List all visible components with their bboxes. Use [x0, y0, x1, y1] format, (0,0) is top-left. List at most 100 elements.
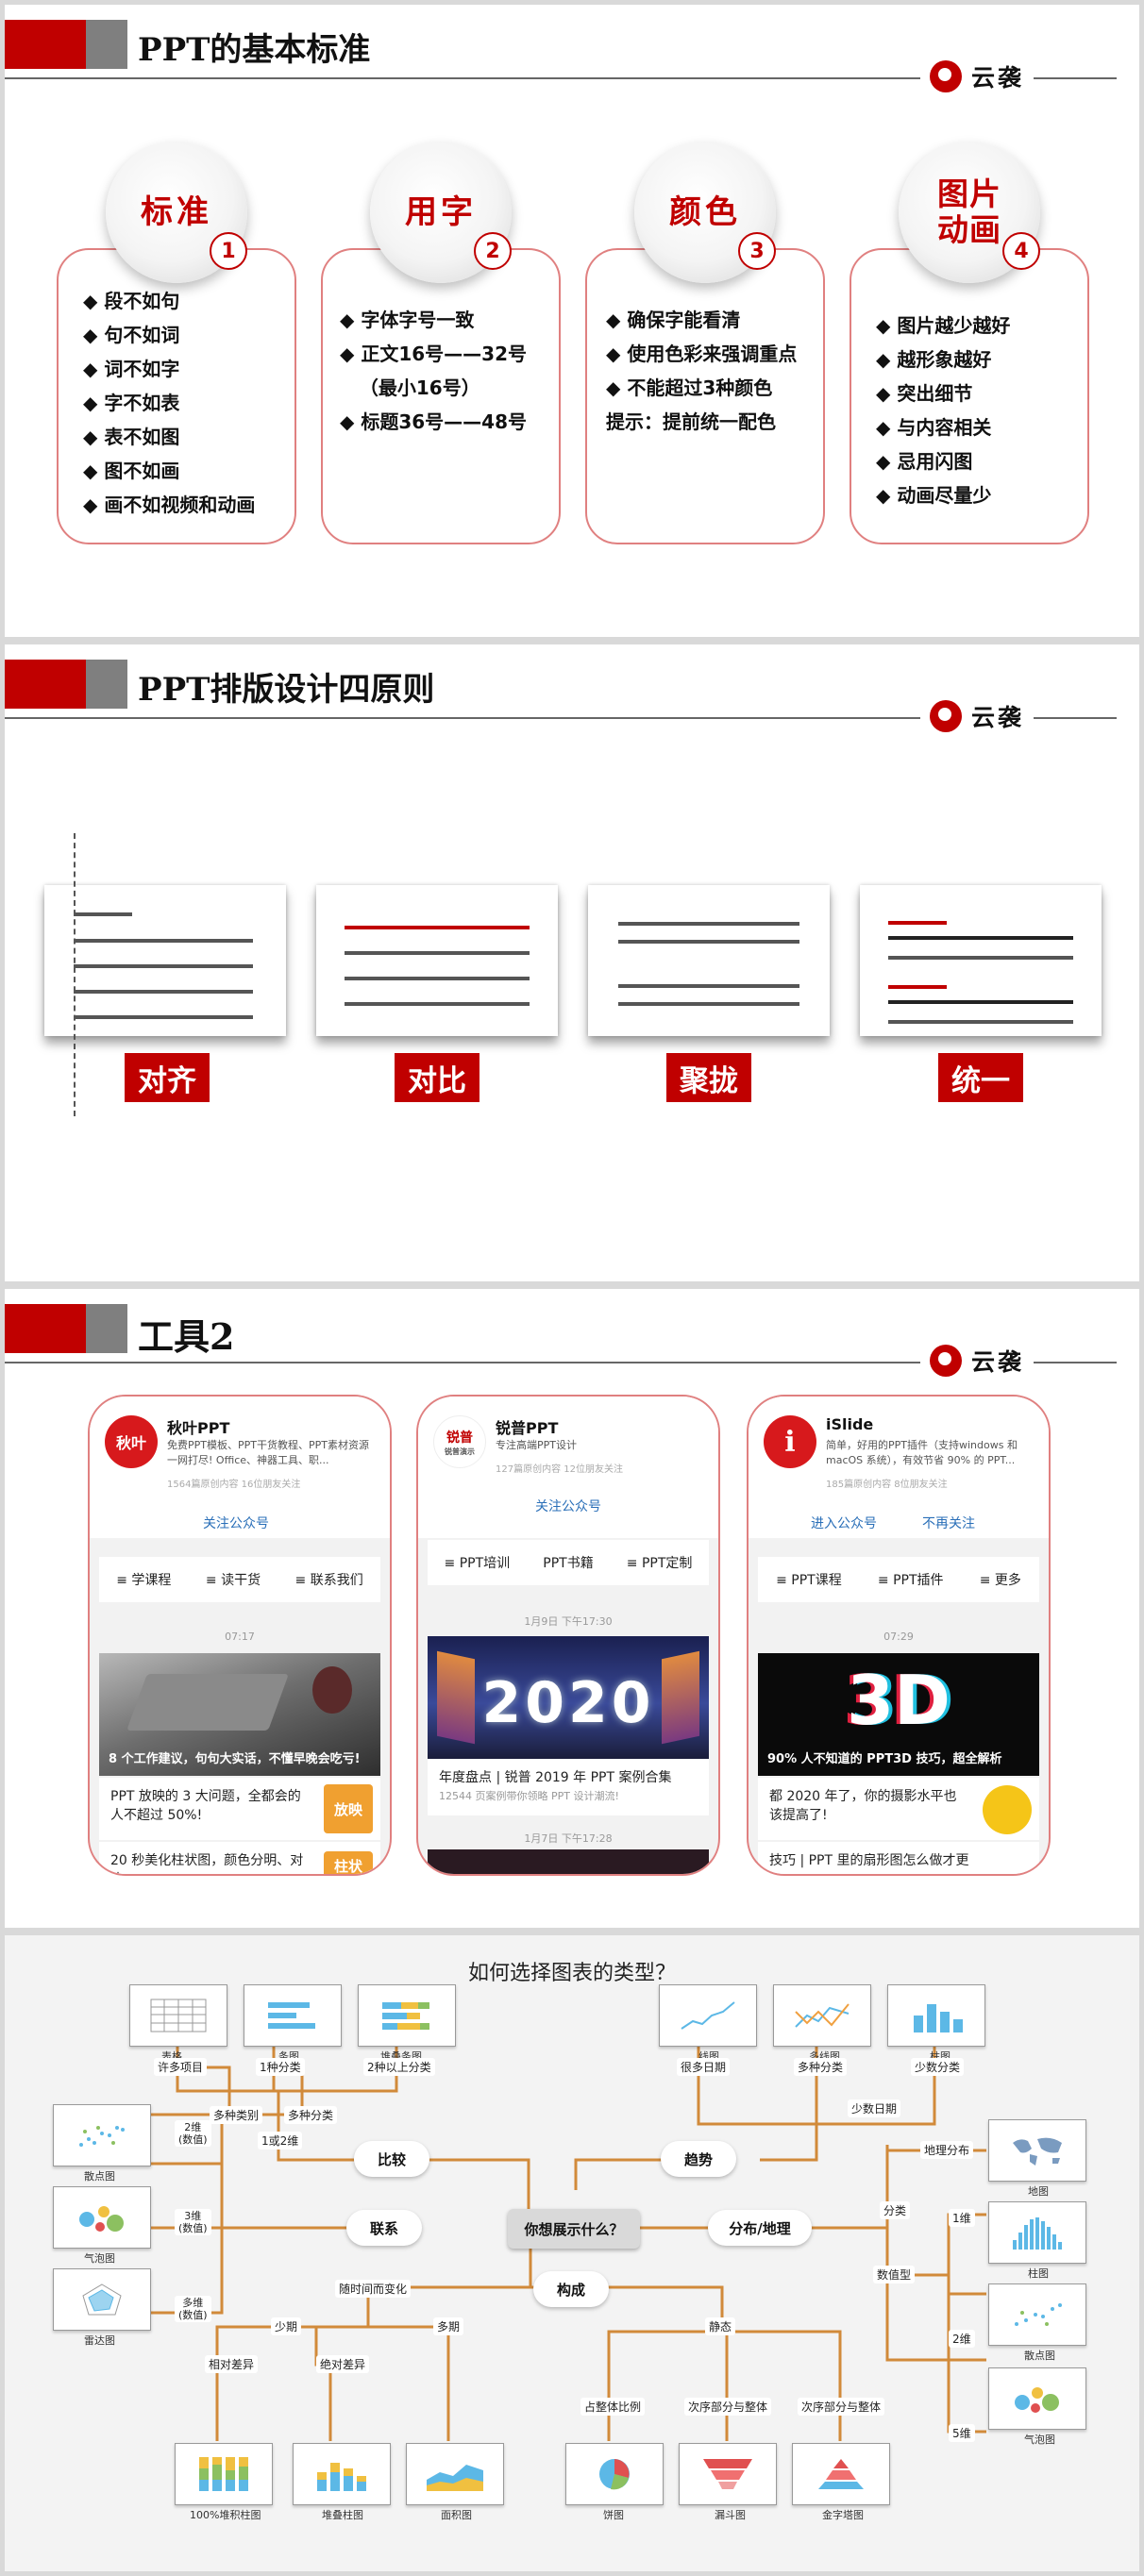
header-red-block: [5, 1304, 86, 1353]
slide-title: 工具2: [138, 1315, 235, 1358]
timestamp: 1月7日 下午17:28: [524, 1832, 613, 1845]
article-cover[interactable]: 3D 90% 人不知道的 PPT3D 技巧，超全解析: [758, 1653, 1039, 1776]
follow-button[interactable]: 关注公众号: [535, 1497, 601, 1515]
list-item: ◆ 段不如句: [83, 290, 180, 312]
cover-caption: 8 个工作建议，句句大实话，不懂早晚会吃亏!: [109, 1752, 361, 1766]
node-column-right: [988, 2201, 1086, 2264]
branch-tag: 许多项目: [154, 2058, 208, 2076]
slide-chart-selection: 如何选择图表的类型？ 表格 条图 堆叠条图 线图 多线图 柱图 散点图 气泡图 …: [5, 1935, 1139, 2571]
branch-tag: 1种分类: [256, 2058, 305, 2076]
account-menu: ≡ PPT课程 ≡ PPT插件 ≡ 更多: [758, 1557, 1039, 1602]
account-header: i iSlide 简单，好用的PPT插件（支持windows 和 macOS 系…: [749, 1397, 1049, 1538]
card-label: 用字: [405, 193, 477, 231]
branch-tag: 1或2维: [258, 2132, 303, 2149]
branch-tag: 多种类别: [210, 2106, 263, 2124]
account-menu: ≡ PPT培训 PPT书籍 ≡ PPT定制: [428, 1540, 709, 1585]
node-label: 雷达图: [84, 2334, 115, 2347]
node-bar: [244, 1984, 342, 2047]
account-header: 秋叶 秋叶PPT 免费PPT模板、PPT干货教程、PPT素材资源一网打尽! Of…: [90, 1397, 390, 1538]
branch-tag: 分类: [880, 2201, 911, 2219]
header-red-block: [5, 660, 86, 709]
panel-line: [345, 977, 530, 980]
account-desc: 免费PPT模板、PPT干货教程、PPT素材资源一网打尽! Office、神器工具…: [167, 1439, 369, 1466]
menu-item[interactable]: ≡ PPT定制: [627, 1553, 693, 1572]
line-chart-icon: [681, 2001, 735, 2030]
panel-line: [345, 926, 530, 929]
logo-text: 云袭: [971, 1348, 1025, 1376]
panel-line: [345, 951, 530, 955]
article-title: PPT 放映的 3 大问题，全都会的人不超过 50%!: [110, 1789, 301, 1823]
list-item: ◆ 句不如词: [83, 324, 180, 346]
card-label: 颜色: [669, 193, 741, 231]
branch-tag: 次序部分与整体: [684, 2398, 772, 2416]
logo-icon: [930, 700, 962, 732]
branch-tag: 绝对差异: [316, 2355, 370, 2373]
avatar: i: [764, 1415, 816, 1468]
node-pyramid: [792, 2443, 890, 2505]
menu-item[interactable]: ≡ PPT培训: [445, 1553, 511, 1572]
cup-shape: [312, 1666, 352, 1714]
follow-button[interactable]: 关注公众号: [203, 1514, 269, 1532]
branch-tag: 相对差异: [205, 2355, 259, 2373]
node-stacked-bar: [358, 1984, 456, 2047]
article-title: 都 2020 年了，你的摄影水平也该提高了!: [769, 1789, 957, 1823]
branch-tag: 随时间而变化: [335, 2280, 412, 2298]
menu-item[interactable]: ≡ 读干货: [206, 1570, 261, 1589]
node-bubble-right: [988, 2367, 1086, 2430]
slide-title: PPT排版设计四原则: [138, 671, 435, 709]
menu-item[interactable]: ≡ 联系我们: [295, 1570, 363, 1589]
article-cover[interactable]: 8 个工作建议，句句大实话，不懂早晚会吃亏!: [99, 1653, 380, 1776]
slide-title: PPT的基本标准: [138, 31, 371, 69]
article-item[interactable]: 年度盘点 | 锐普 2019 年 PPT 案例合集 12544 页案例带你领略 …: [428, 1759, 709, 1815]
panel-line: [888, 1020, 1073, 1024]
list-item: ◆ 动画尽量少: [876, 484, 992, 507]
timestamp: 07:29: [883, 1631, 914, 1643]
article-cover[interactable]: 2020: [428, 1636, 709, 1759]
node-column: [887, 1984, 985, 2047]
node-label: 漏斗图: [715, 2509, 746, 2521]
brand-logo: 云袭: [920, 699, 1035, 733]
list-item: ◆ 画不如视频和动画: [83, 493, 256, 516]
cover-caption: 90% 人不知道的 PPT3D 技巧，超全解析: [767, 1752, 1002, 1766]
principle-label: 统一: [938, 1053, 1023, 1102]
node-scatter-left: [53, 2104, 151, 2166]
branch-tag: 多种分类: [284, 2106, 338, 2124]
list-item: ◆ 字体字号一致: [340, 309, 475, 331]
branch-tag: 1维: [949, 2209, 975, 2227]
article-title: 技巧 | PPT 里的扇形图怎么做才更: [769, 1853, 969, 1868]
menu-item[interactable]: ≡ PPT课程: [776, 1570, 842, 1589]
node-label: 散点图: [84, 2170, 115, 2183]
article-thumb: 放映: [324, 1784, 373, 1833]
principle-label: 对比: [395, 1053, 479, 1102]
menu-item[interactable]: ≡ PPT插件: [878, 1570, 944, 1589]
panel-line: [888, 936, 1073, 940]
avatar: 锐普 锐普演示: [433, 1415, 486, 1468]
logo-text: 云袭: [971, 704, 1025, 731]
list-item: ◆ 字不如表: [83, 392, 180, 414]
article-thumb: 柱状: [324, 1851, 373, 1874]
menu-item[interactable]: ≡ 学课程: [116, 1570, 171, 1589]
card-items: ◆ 段不如句 ◆ 句不如词 ◆ 词不如字 ◆ 字不如表 ◆ 表不如图 ◆ 图不如…: [83, 284, 300, 522]
panel-line: [888, 1000, 1073, 1004]
enter-account-button[interactable]: 进入公众号: [811, 1514, 877, 1532]
list-item: ◆ 越形象越好: [876, 348, 992, 371]
card-items: ◆ 字体字号一致 ◆ 正文16号——32号 （最小16号） ◆ 标题36号——4…: [340, 303, 557, 439]
branch-tag: 5维: [949, 2424, 975, 2442]
header-red-block: [5, 20, 86, 69]
cover-number: 2020: [481, 1670, 655, 1736]
card-number: 1: [210, 232, 247, 270]
principle-panel-proximity: [588, 885, 830, 1036]
pie-chart-icon: [599, 2459, 630, 2490]
menu-item[interactable]: PPT书籍: [543, 1553, 593, 1572]
branch-tag: 2维: [949, 2330, 975, 2348]
menu-item[interactable]: ≡ 更多: [980, 1570, 1021, 1589]
list-item: ◆ 突出细节: [876, 382, 973, 405]
node-multi-line: [773, 1984, 871, 2047]
article-item[interactable]: 技巧 | PPT 里的扇形图怎么做才更: [758, 1842, 1039, 1874]
account-menu: ≡ 学课程 ≡ 读干货 ≡ 联系我们: [99, 1557, 380, 1602]
card-label: 图片动画: [937, 176, 1001, 248]
multi-line-chart-icon: [795, 2003, 850, 2028]
unfollow-button[interactable]: 不再关注: [922, 1514, 975, 1532]
panel-line: [888, 956, 1073, 960]
card-number: 3: [738, 232, 776, 270]
